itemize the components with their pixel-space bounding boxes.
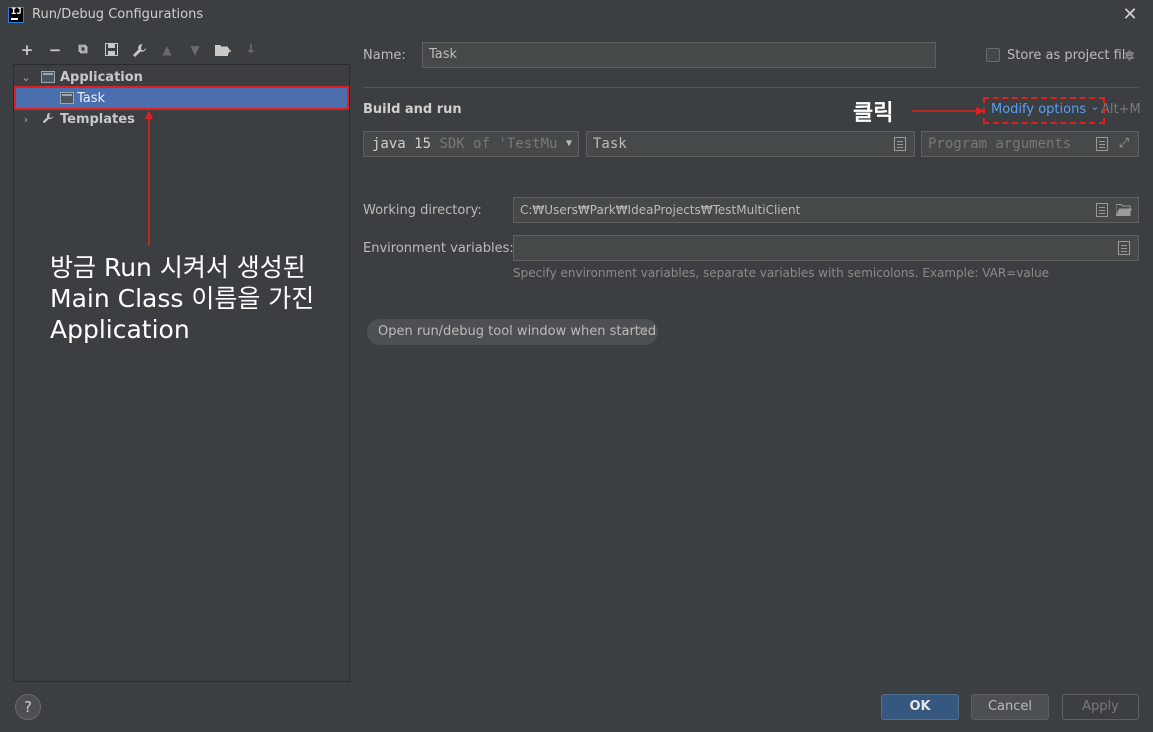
program-arguments-placeholder: Program arguments: [928, 136, 1072, 152]
gear-icon[interactable]: ✲: [1123, 47, 1136, 65]
environment-variables-input[interactable]: [513, 235, 1139, 261]
ok-button[interactable]: OK: [881, 694, 959, 720]
insert-macro-icon[interactable]: [1096, 203, 1108, 217]
folder-icon[interactable]: [1116, 203, 1132, 217]
working-directory-label: Working directory:: [363, 203, 482, 218]
program-arguments-input[interactable]: Program arguments ⤢: [921, 131, 1139, 157]
store-as-project-file-checkbox[interactable]: [986, 48, 1000, 62]
main-class-input[interactable]: Task: [586, 131, 915, 157]
environment-variables-label: Environment variables:: [363, 241, 514, 256]
name-label: Name:: [363, 48, 406, 63]
working-directory-input[interactable]: C:₩Users₩Park₩IdeaProjects₩TestMultiClie…: [513, 197, 1139, 223]
shortcut-hint: Alt+M: [1101, 102, 1141, 117]
annotation-click-text: 클릭: [853, 101, 894, 126]
working-directory-value: C:₩Users₩Park₩IdeaProjects₩TestMultiClie…: [520, 203, 801, 217]
store-as-project-file-label: Store as project file: [1007, 48, 1134, 63]
option-chip[interactable]: Open run/debug tool window when started …: [367, 319, 658, 345]
annotation-highlight-box: [983, 97, 1105, 124]
edit-environment-icon[interactable]: [1118, 241, 1130, 255]
main-class-value: Task: [593, 136, 627, 152]
environment-variables-hint: Specify environment variables, separate …: [513, 266, 1050, 280]
jdk-version: java 15: [372, 136, 432, 152]
expand-icon[interactable]: ⤢: [1118, 137, 1130, 151]
insert-macro-icon[interactable]: [1096, 137, 1108, 151]
dropdown-arrow-icon: ▼: [565, 138, 572, 149]
browse-class-icon[interactable]: [894, 137, 906, 151]
close-icon[interactable]: ✕: [637, 319, 648, 345]
annotation-arrows: [145, 107, 985, 246]
name-input[interactable]: Task: [422, 42, 936, 68]
cancel-button[interactable]: Cancel: [971, 694, 1049, 720]
annotation-text: 방금 Run 시켜서 생성된 Main Class 이름을 가진 Applica…: [50, 253, 315, 344]
divider: [363, 87, 1139, 88]
option-chip-label: Open run/debug tool window when started: [378, 324, 657, 339]
apply-button[interactable]: Apply: [1062, 694, 1139, 720]
jdk-description: SDK of 'TestMu: [431, 136, 558, 152]
help-button[interactable]: ?: [15, 694, 41, 720]
jdk-select[interactable]: java 15 SDK of 'TestMu ▼: [363, 131, 579, 157]
section-title: Build and run: [363, 102, 462, 117]
